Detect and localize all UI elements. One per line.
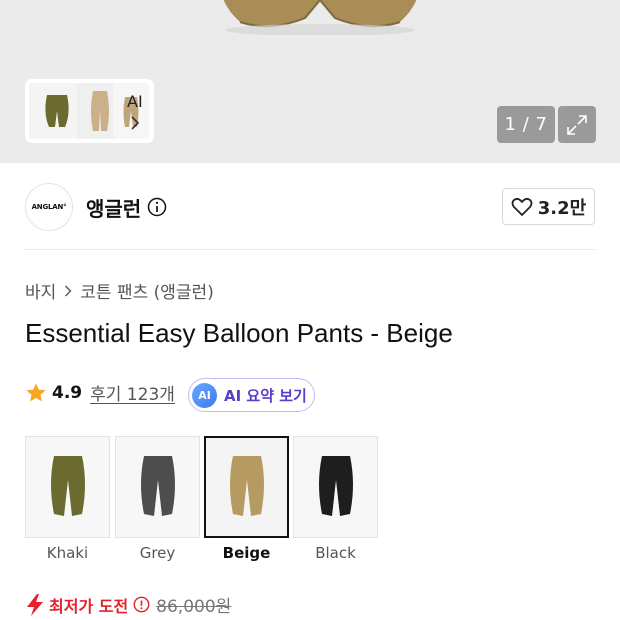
info-icon[interactable] — [133, 596, 150, 613]
ai-badge-icon: AI — [192, 382, 217, 408]
color-option-label: Khaki — [46, 544, 89, 562]
khaki-pants-thumbnail — [50, 456, 85, 516]
expand-icon — [567, 114, 587, 135]
image-page-counter: 1 / 7 — [497, 106, 555, 143]
pants-shape — [318, 456, 353, 516]
beige-pants-thumbnail — [229, 456, 264, 516]
chevron-right-icon — [65, 285, 72, 296]
product-title: Essential Easy Balloon Pants - Beige — [25, 318, 453, 348]
black-pants-thumbnail — [318, 456, 353, 516]
color-option-black[interactable] — [293, 436, 378, 538]
brand-logo[interactable]: ANGLAN° — [25, 183, 73, 231]
product-main-image — [223, 0, 417, 35]
color-option-khaki[interactable] — [25, 436, 110, 538]
like-count: 3.2만 — [537, 197, 587, 219]
rating-score: 4.9 — [52, 382, 83, 403]
pants-shape — [140, 456, 175, 516]
color-option-label: Beige — [222, 544, 271, 562]
like-button[interactable]: 3.2만 — [502, 188, 595, 225]
color-option-beige[interactable] — [204, 436, 289, 538]
expand-button[interactable] — [558, 106, 596, 143]
color-option-label: Grey — [139, 544, 176, 562]
thumbnail-strip[interactable] — [25, 79, 154, 143]
bolt-icon — [27, 593, 43, 616]
color-option-label: Black — [315, 544, 356, 562]
original-price: 86,000원 — [156, 597, 232, 617]
breadcrumb: 바지 코튼 팬츠 (앵글런) — [25, 278, 214, 303]
star-icon — [26, 382, 46, 402]
info-icon[interactable] — [147, 197, 167, 217]
ai-thumbnail-label[interactable]: AI — [127, 92, 143, 111]
product-image-gallery[interactable]: AI 1 / 7 — [0, 0, 620, 163]
brand-name[interactable]: 앵글런 — [86, 193, 141, 222]
lowest-price-label: 최저가 도전 — [49, 596, 129, 616]
chevron-right-icon[interactable] — [130, 116, 140, 130]
breadcrumb-subcategory[interactable]: 코튼 팬츠 (앵글런) — [80, 278, 214, 303]
pants-shape — [229, 456, 264, 516]
color-option-grey[interactable] — [115, 436, 200, 538]
breadcrumb-category[interactable]: 바지 — [25, 278, 56, 303]
rating-summary: 4.9 후기 123개 — [25, 380, 175, 405]
grey-pants-thumbnail — [140, 456, 175, 516]
heart-icon — [511, 197, 533, 216]
price-row: 최저가 도전 86,000원 — [25, 592, 231, 617]
ai-summary-label: AI 요약 보기 — [224, 386, 307, 405]
pants-shape — [50, 456, 85, 516]
divider — [25, 249, 595, 250]
ai-summary-button[interactable]: AI AI 요약 보기 — [188, 378, 315, 412]
review-count-link[interactable]: 후기 123개 — [90, 380, 175, 405]
